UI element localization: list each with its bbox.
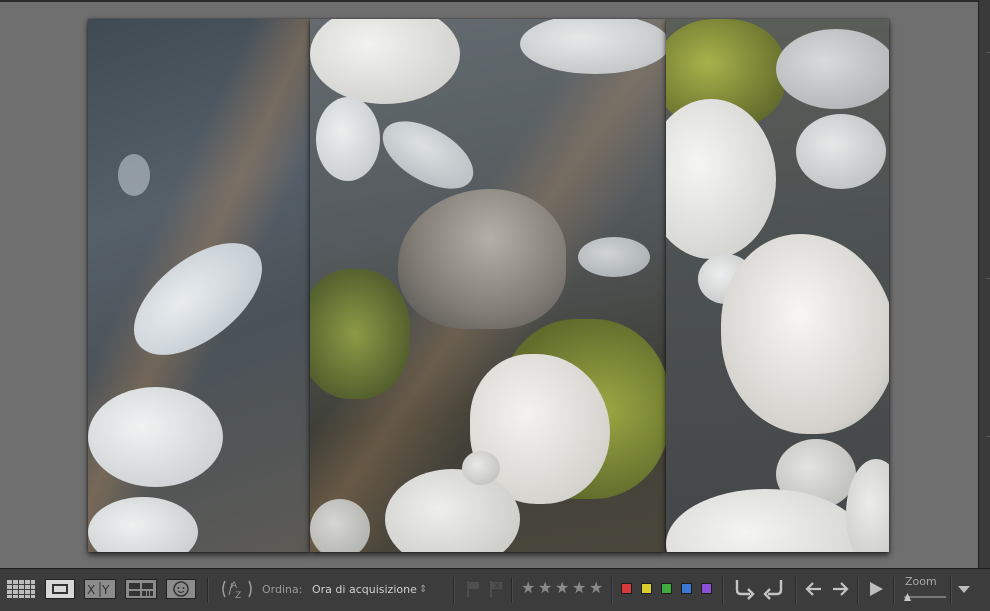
survey-view-icon[interactable]: [125, 579, 157, 599]
toolbar-separator: [207, 577, 209, 603]
toolbar-separator: [611, 577, 613, 603]
toolbar-separator: [453, 577, 455, 603]
loupe-view-icon[interactable]: [45, 579, 75, 599]
color-label-purple[interactable]: [701, 583, 712, 594]
pebble: [88, 387, 223, 487]
toolbar-separator: [722, 577, 724, 603]
play-slideshow-icon[interactable]: [866, 579, 886, 599]
rating-star-4[interactable]: ★: [572, 579, 586, 597]
pebble: [462, 451, 500, 485]
grid-view-icon[interactable]: [6, 579, 36, 599]
photo-right[interactable]: [666, 19, 889, 552]
compare-view-icon[interactable]: X Y: [84, 579, 116, 599]
color-label-red[interactable]: [621, 583, 632, 594]
panel-tick: [986, 278, 990, 279]
rating-star-3[interactable]: ★: [555, 579, 569, 597]
color-label-green[interactable]: [661, 583, 672, 594]
svg-text:Y: Y: [101, 583, 110, 597]
photo-center[interactable]: [310, 19, 666, 552]
rating-star-1[interactable]: ★: [521, 579, 535, 597]
panel-tick: [986, 52, 990, 53]
toolbar-separator: [857, 577, 859, 603]
pebble: [310, 499, 370, 552]
panel-tick: [986, 436, 990, 437]
svg-text:A: A: [231, 581, 238, 591]
toolbar-separator: [893, 577, 895, 603]
flag-icon[interactable]: [464, 579, 482, 599]
right-panel-edge[interactable]: [978, 0, 990, 568]
zoom-label: Zoom: [905, 575, 937, 588]
svg-text:X: X: [87, 583, 95, 597]
svg-text:Z: Z: [235, 591, 241, 600]
sort-dropdown-arrows[interactable]: ⇕: [419, 584, 427, 595]
people-view-icon[interactable]: [166, 579, 196, 599]
pebble: [796, 114, 886, 189]
pebble: [578, 237, 650, 277]
rating-star-2[interactable]: ★: [538, 579, 552, 597]
moss: [310, 269, 410, 399]
color-label-blue[interactable]: [681, 583, 692, 594]
zoom-slider-track[interactable]: [904, 596, 946, 598]
color-label-yellow[interactable]: [641, 583, 652, 594]
toolbar-menu-icon[interactable]: [956, 579, 972, 599]
rotate-left-icon[interactable]: [732, 579, 756, 600]
rotate-right-icon[interactable]: [762, 579, 786, 600]
pebble: [721, 234, 889, 434]
toolbar-separator: [950, 577, 952, 603]
survey-canvas: [0, 0, 978, 568]
photo-left[interactable]: [88, 19, 310, 552]
loupe-frame: [52, 584, 68, 594]
toolbar-separator: [795, 577, 797, 603]
bottom-toolbar: X Y A Z Ordina: Ora di acquisizione ⇕ ★ …: [0, 568, 990, 611]
sort-dropdown[interactable]: Ora di acquisizione: [312, 583, 417, 596]
toolbar-separator: [511, 577, 513, 603]
pebble: [316, 97, 380, 181]
pebble: [776, 29, 889, 109]
sort-az-icon[interactable]: A Z: [220, 579, 254, 600]
next-arrow-icon[interactable]: [830, 579, 850, 599]
top-divider: [0, 0, 978, 2]
rating-star-5[interactable]: ★: [589, 579, 603, 597]
previous-arrow-icon[interactable]: [804, 579, 824, 599]
reject-flag-icon[interactable]: [487, 579, 505, 599]
pebble: [118, 154, 150, 196]
sort-label: Ordina:: [262, 583, 303, 596]
